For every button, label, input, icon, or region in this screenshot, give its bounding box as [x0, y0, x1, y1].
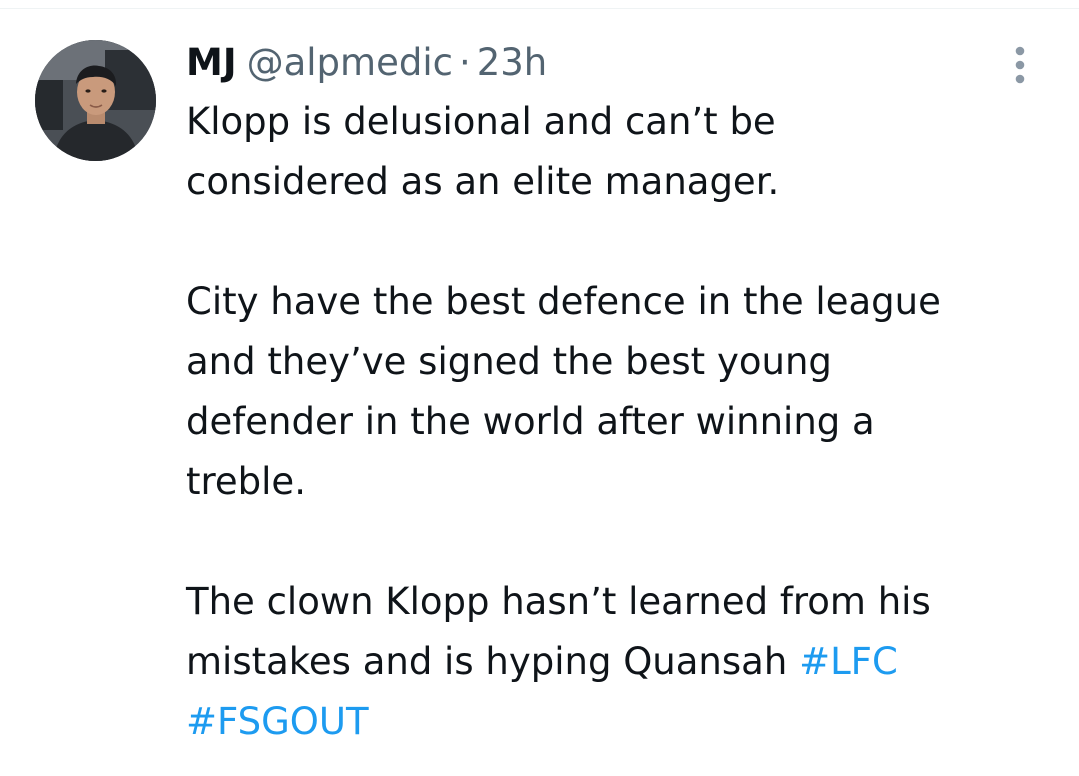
- tweet-paragraph: Klopp is delusional and can’t be conside…: [186, 100, 780, 203]
- author-handle[interactable]: @alpmedic: [247, 37, 453, 89]
- author-avatar[interactable]: [35, 40, 156, 161]
- tweet-timestamp[interactable]: 23h: [477, 37, 548, 89]
- tweet-paragraph: City have the best defence in the league…: [186, 280, 941, 503]
- tweet-text: Klopp is delusional and can’t be conside…: [186, 92, 1046, 752]
- author-display-name[interactable]: MJ: [186, 37, 237, 89]
- tweet-paragraph: The clown Klopp hasn’t learned from his …: [186, 572, 1046, 752]
- more-options-button[interactable]: [1002, 43, 1038, 87]
- hashtag-link-lfc[interactable]: #LFC: [799, 640, 898, 683]
- tweet[interactable]: MJ @alpmedic · 23h Klopp is delusional a…: [0, 9, 1079, 776]
- user-photo-avatar-icon: [35, 40, 156, 161]
- vertical-ellipsis-icon: [1015, 46, 1025, 84]
- header-separator: ·: [458, 41, 471, 84]
- tweet-header: MJ @alpmedic · 23h: [186, 37, 547, 89]
- hashtag-link-fsgout[interactable]: #FSGOUT: [186, 700, 369, 743]
